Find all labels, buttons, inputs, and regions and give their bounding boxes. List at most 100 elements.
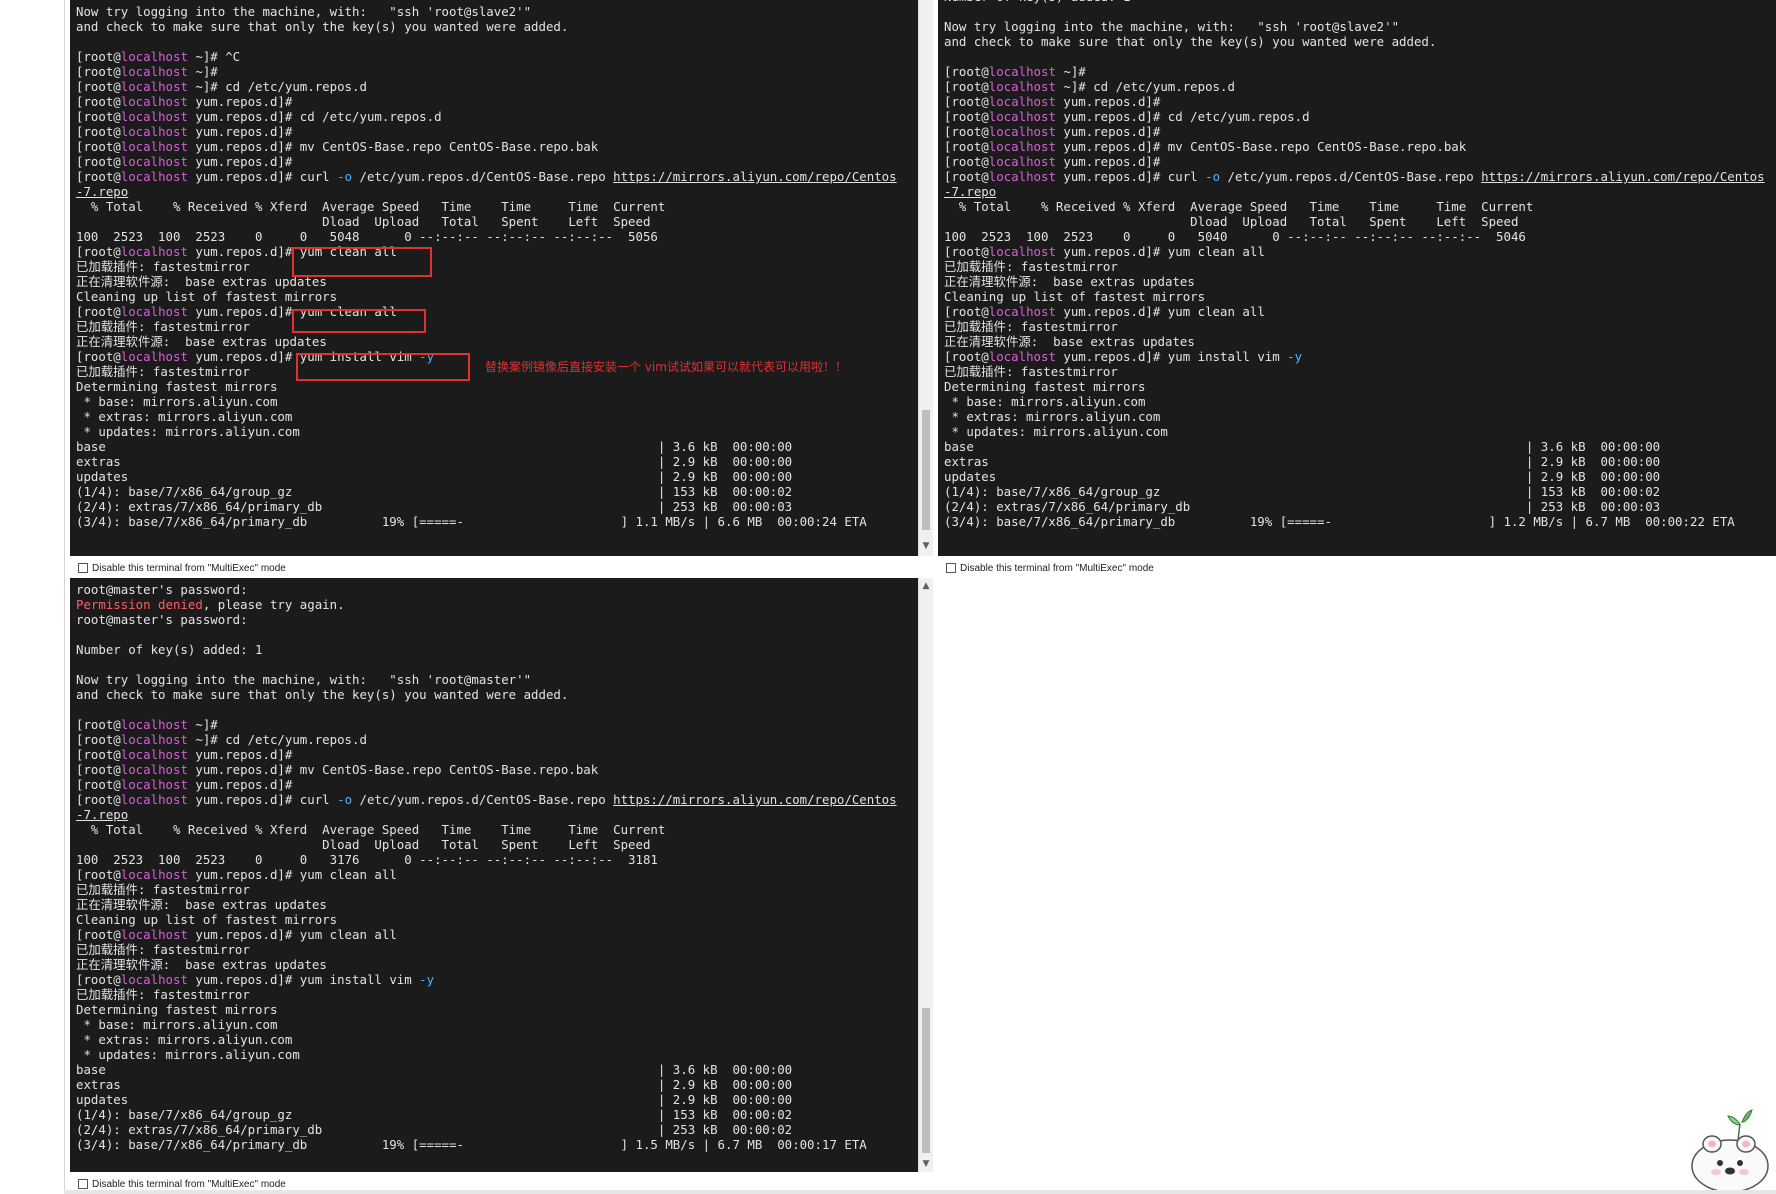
terminal-line: * updates: mirrors.aliyun.com <box>76 1047 300 1062</box>
terminal-line: * extras: mirrors.aliyun.com <box>944 409 1161 424</box>
terminal-line: 正在清理软件源: base extras updates <box>76 334 327 349</box>
terminal-line: base | 3.6 kB 00:00:00 <box>76 439 793 454</box>
terminal-line: [root@localhost ~]# cd /etc/yum.repos.d <box>944 79 1235 94</box>
terminal-line: [root@localhost yum.repos.d]# yum clean … <box>944 304 1265 319</box>
scroll-thumb[interactable] <box>922 410 930 530</box>
multiexec-label: Disable this terminal from "MultiExec" m… <box>92 1178 286 1190</box>
highlight-box-clean-1 <box>292 247 432 277</box>
terminal-line: updates | 2.9 kB 00:00:00 <box>76 469 793 484</box>
multiexec-toggle-top-right[interactable]: Disable this terminal from "MultiExec" m… <box>946 560 1154 576</box>
terminal-line: [root@localhost yum.repos.d]# yum clean … <box>76 304 397 319</box>
terminal-line: [root@localhost yum.repos.d]# <box>76 777 293 792</box>
terminal-line: * base: mirrors.aliyun.com <box>76 394 278 409</box>
terminal-line: base | 3.6 kB 00:00:00 <box>944 439 1661 454</box>
terminal-line: 正在清理软件源: base extras updates <box>76 274 327 289</box>
highlight-box-install <box>296 353 470 381</box>
scroll-up-icon[interactable]: ▲ <box>920 580 932 592</box>
terminal-line: [root@localhost ~]# <box>944 64 1086 79</box>
terminal-line: [root@localhost ~]# cd /etc/yum.repos.d <box>76 79 367 94</box>
terminal-line: [root@localhost yum.repos.d]# cd /etc/yu… <box>76 109 442 124</box>
terminal-line: * extras: mirrors.aliyun.com <box>76 409 293 424</box>
terminal-line: [root@localhost yum.repos.d]# mv CentOS-… <box>76 139 599 154</box>
terminal-line: % Total % Received % Xferd Average Speed… <box>76 822 666 837</box>
terminal-line: [root@localhost yum.repos.d]# curl -o /e… <box>944 169 1765 184</box>
terminal-line: 100 2523 100 2523 0 0 3176 0 --:--:-- --… <box>76 852 658 867</box>
terminal-line: * updates: mirrors.aliyun.com <box>76 424 300 439</box>
terminal-line: [root@localhost yum.repos.d]# yum clean … <box>944 244 1265 259</box>
terminal-line: [root@localhost yum.repos.d]# <box>76 154 293 169</box>
terminal-line: [root@localhost yum.repos.d]# curl -o /e… <box>76 169 897 184</box>
terminal-line: Cleaning up list of fastest mirrors <box>76 912 338 927</box>
terminal-line: 100 2523 100 2523 0 0 5048 0 --:--:-- --… <box>76 229 658 244</box>
terminal-line: 正在清理软件源: base extras updates <box>944 274 1195 289</box>
terminal-line: [root@localhost yum.repos.d]# yum clean … <box>76 927 397 942</box>
terminal-line: 正在清理软件源: base extras updates <box>76 957 327 972</box>
terminal-line: * base: mirrors.aliyun.com <box>76 1017 278 1032</box>
terminal-line: Dload Upload Total Spent Left Speed <box>76 837 651 852</box>
terminal-line: Now try logging into the machine, with: … <box>76 672 532 687</box>
terminal-top-left[interactable]: Now try logging into the machine, with: … <box>70 0 918 556</box>
multiexec-toggle-top-left[interactable]: Disable this terminal from "MultiExec" m… <box>78 560 286 576</box>
terminal-line: [root@localhost yum.repos.d]# yum instal… <box>944 349 1303 364</box>
terminal-line: 已加载插件: fastestmirror <box>944 259 1118 274</box>
terminal-line: Cleaning up list of fastest mirrors <box>76 289 338 304</box>
terminal-bottom-left-scrollbar[interactable]: ▲ ▼ <box>918 578 933 1172</box>
terminal-top-right[interactable]: Number of key(s) added: 1Now try logging… <box>938 0 1776 556</box>
terminal-line: (3/4): base/7/x86_64/primary_db 19% [===… <box>76 514 867 529</box>
terminal-top-left-scrollbar[interactable]: ▼ <box>918 0 933 556</box>
terminal-line: (1/4): base/7/x86_64/group_gz | 153 kB 0… <box>76 1107 793 1122</box>
terminal-line: * updates: mirrors.aliyun.com <box>944 424 1168 439</box>
mascot-icon <box>1691 1109 1769 1190</box>
terminal-line: Now try logging into the machine, with: … <box>944 19 1400 34</box>
terminal-line: and check to make sure that only the key… <box>76 687 569 702</box>
terminal-line: Dload Upload Total Spent Left Speed <box>76 214 651 229</box>
scroll-thumb[interactable] <box>922 1008 930 1153</box>
terminal-line: Determining fastest mirrors <box>76 1002 278 1017</box>
terminal-line: [root@localhost yum.repos.d]# <box>944 154 1161 169</box>
terminal-line: 已加载插件: fastestmirror <box>76 942 250 957</box>
scroll-down-icon[interactable]: ▼ <box>920 1158 932 1170</box>
terminal-line: 已加载插件: fastestmirror <box>76 882 250 897</box>
terminal-line: [root@localhost yum.repos.d]# curl -o /e… <box>76 792 897 807</box>
terminal-line: extras | 2.9 kB 00:00:00 <box>944 454 1661 469</box>
terminal-line: [root@localhost yum.repos.d]# <box>76 124 293 139</box>
status-strip <box>64 1190 1776 1194</box>
terminal-line: [root@localhost yum.repos.d]# <box>944 124 1161 139</box>
terminal-line: [root@localhost yum.repos.d]# <box>944 94 1161 109</box>
terminal-line: updates | 2.9 kB 00:00:00 <box>76 1092 793 1107</box>
terminal-bottom-left[interactable]: root@master's password: Permission denied… <box>70 578 918 1172</box>
terminal-line: (3/4): base/7/x86_64/primary_db 19% [===… <box>76 1137 867 1152</box>
terminal-line: 已加载插件: fastestmirror <box>76 987 250 1002</box>
multiexec-label: Disable this terminal from "MultiExec" m… <box>92 562 286 574</box>
checkbox-icon[interactable] <box>78 563 88 573</box>
terminal-output: Now try logging into the machine, with: … <box>76 4 918 529</box>
checkbox-icon[interactable] <box>78 1179 88 1189</box>
left-gutter <box>0 0 65 1194</box>
terminal-line: 已加载插件: fastestmirror <box>944 364 1118 379</box>
terminal-line: [root@localhost ~]# ^C <box>76 49 241 64</box>
terminal-line: root@master's password: <box>76 612 248 627</box>
terminal-line: (2/4): extras/7/x86_64/primary_db | 253 … <box>76 1122 793 1137</box>
terminal-line: 100 2523 100 2523 0 0 5040 0 --:--:-- --… <box>944 229 1526 244</box>
terminal-line: [root@localhost ~]# <box>76 717 218 732</box>
terminal-line: [root@localhost yum.repos.d]# yum clean … <box>76 867 397 882</box>
terminal-line: -7.repo <box>76 807 129 822</box>
terminal-line: (1/4): base/7/x86_64/group_gz | 153 kB 0… <box>76 484 793 499</box>
terminal-line: [root@localhost yum.repos.d]# <box>76 747 293 762</box>
checkbox-icon[interactable] <box>946 563 956 573</box>
terminal-line: [root@localhost yum.repos.d]# <box>76 94 293 109</box>
terminal-line: 已加载插件: fastestmirror <box>944 319 1118 334</box>
terminal-line: (2/4): extras/7/x86_64/primary_db | 253 … <box>944 499 1661 514</box>
terminal-line: Determining fastest mirrors <box>76 379 278 394</box>
terminal-line: Cleaning up list of fastest mirrors <box>944 289 1206 304</box>
terminal-line: 正在清理软件源: base extras updates <box>944 334 1195 349</box>
terminal-line: 正在清理软件源: base extras updates <box>76 897 327 912</box>
terminal-line: extras | 2.9 kB 00:00:00 <box>76 1077 793 1092</box>
terminal-line: Now try logging into the machine, with: … <box>76 4 532 19</box>
terminal-line: (3/4): base/7/x86_64/primary_db 19% [===… <box>944 514 1735 529</box>
scroll-down-icon[interactable]: ▼ <box>920 540 932 552</box>
